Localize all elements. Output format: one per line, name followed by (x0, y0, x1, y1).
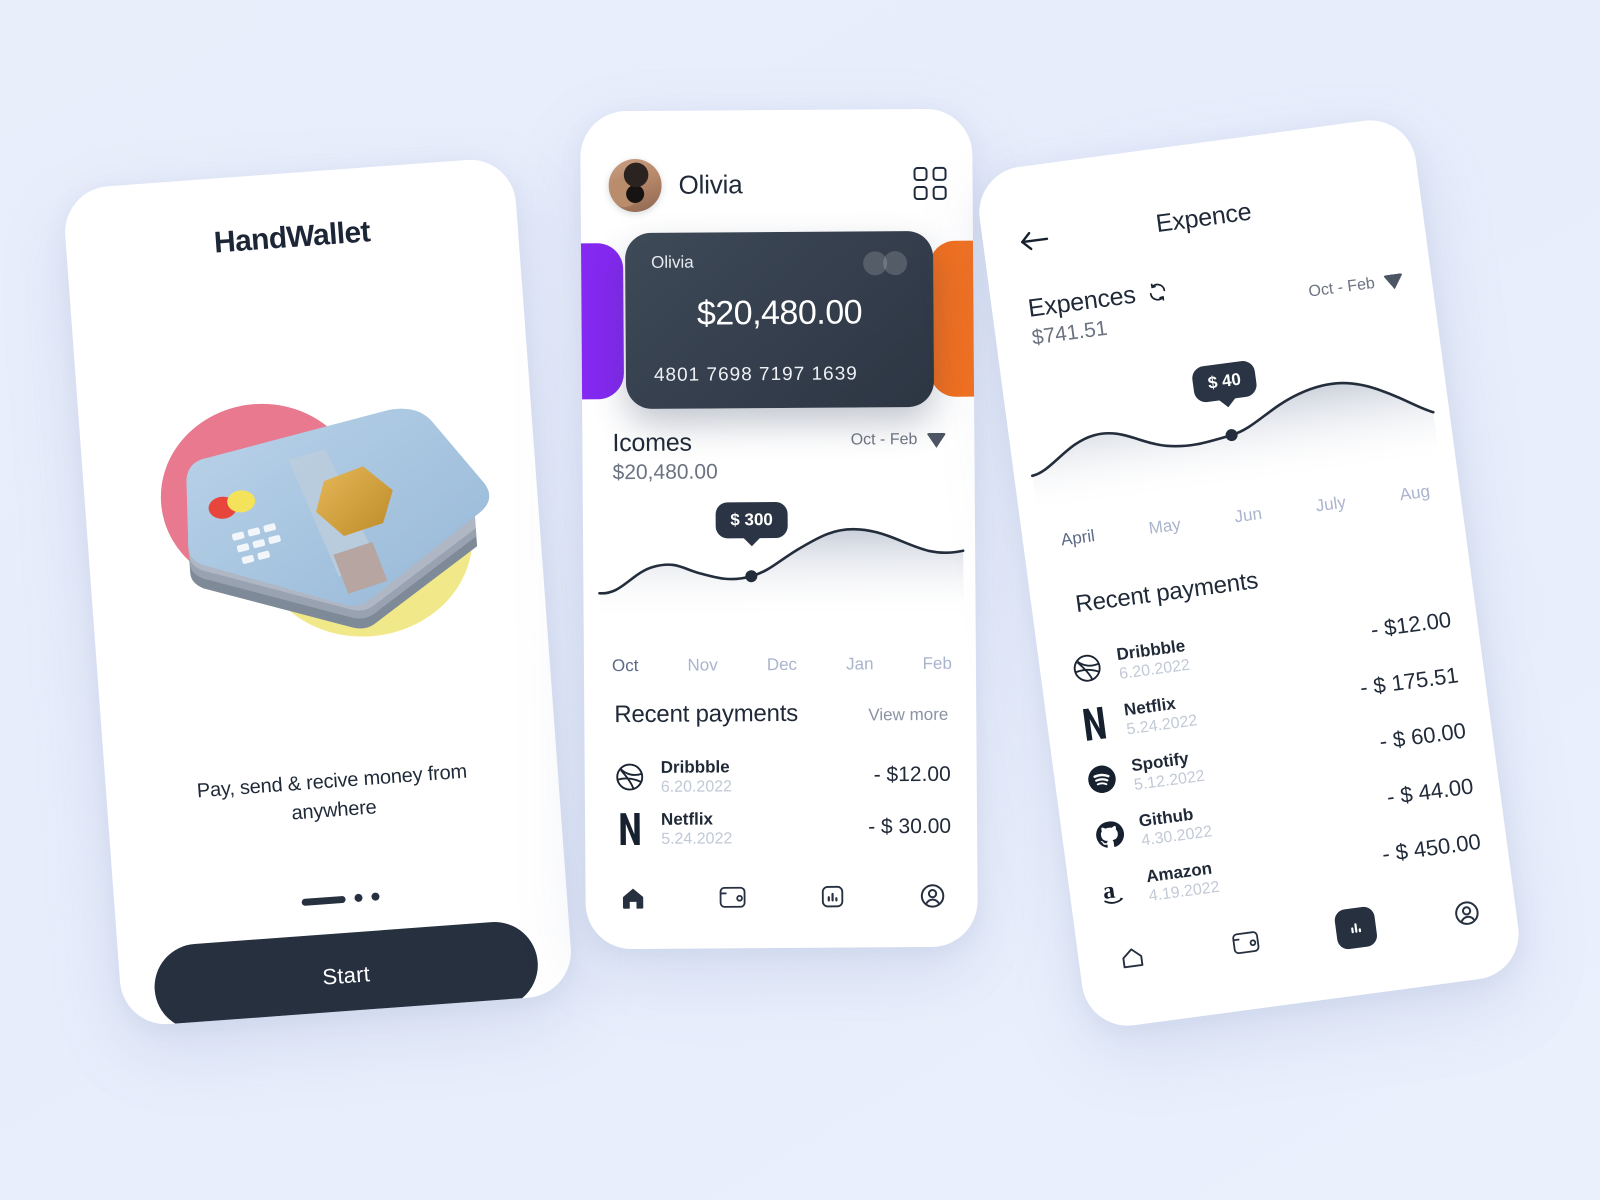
home-header: Olivia (608, 157, 947, 213)
payment-amount: - $12.00 (1369, 606, 1453, 643)
grid-menu-icon[interactable] (913, 166, 947, 201)
nav-profile[interactable] (909, 875, 955, 917)
payment-amount: - $ 44.00 (1385, 773, 1475, 810)
home-screen: Olivia Olivia $20,480.00 4801 7698 7197 … (580, 108, 978, 950)
expenses-range-label: Oct - Feb (1307, 274, 1376, 301)
dribbble-icon (613, 762, 647, 792)
payment-name: Netflix (660, 808, 714, 829)
list-item[interactable]: Dribbble 6.20.2022 - $12.00 (613, 749, 951, 803)
onboarding-tagline: Pay, send & recive money from anywhere (196, 760, 468, 825)
dribbble-icon (1068, 651, 1106, 685)
payment-amount: - $12.00 (873, 762, 951, 787)
recent-payments-title: Recent payments (614, 699, 799, 729)
recent-payments-list: Dribbble 6.20.2022 - $12.00 Netflix 5.24… (613, 749, 952, 855)
amazon-icon: a (1098, 873, 1136, 907)
incomes-range-selector[interactable]: Oct - Feb (851, 427, 947, 450)
month-tab-aug[interactable]: Aug (1398, 481, 1431, 505)
payment-amount: - $ 30.00 (868, 814, 952, 839)
payment-amount: - $ 60.00 (1377, 717, 1468, 755)
recent-payments-list: Dribbble 6.20.2022 - $12.00 Netflix 5.24… (1067, 592, 1485, 920)
incomes-range-label: Oct - Feb (850, 431, 918, 449)
recent-payments-title: Recent payments (1073, 567, 1260, 619)
expense-header: Expence (1016, 180, 1392, 256)
incomes-month-tabs[interactable]: Oct Nov Dec Jan Feb (612, 654, 952, 676)
payment-date: 5.24.2022 (661, 829, 733, 848)
spotify-icon (1083, 762, 1121, 796)
chevron-down-icon (926, 432, 947, 448)
page-indicator[interactable] (115, 879, 566, 920)
expense-summary: Expences $741.51 Oct - Feb (1026, 245, 1406, 350)
incomes-chart[interactable]: $ 300 (591, 501, 970, 644)
nav-chart[interactable] (809, 875, 855, 917)
month-tab-feb[interactable]: Feb (923, 654, 952, 674)
expense-screen: Expence Expences $741.51 Oct - Feb $ 40 … (973, 114, 1525, 1032)
card-holder-name: Olivia (651, 252, 694, 272)
github-icon (1091, 818, 1129, 852)
svg-text:a: a (1101, 878, 1116, 905)
nav-chart[interactable] (1333, 905, 1379, 951)
month-tab-july[interactable]: July (1314, 493, 1347, 517)
avatar[interactable] (608, 158, 662, 213)
nav-home[interactable] (609, 877, 655, 919)
refresh-icon[interactable] (1146, 280, 1170, 304)
month-tab-may[interactable]: May (1147, 515, 1181, 539)
page-indicator-dot (354, 893, 363, 903)
page-title: Expence (1154, 197, 1253, 238)
carousel-card-next[interactable] (928, 240, 978, 397)
recent-payments-header: Recent payments View more (614, 699, 948, 729)
incomes-title: Icomes (612, 428, 692, 458)
netflix-icon (1076, 706, 1114, 742)
nav-home[interactable] (1106, 934, 1157, 982)
month-tab-jun[interactable]: Jun (1233, 504, 1263, 527)
nav-wallet[interactable] (1220, 919, 1271, 967)
expenses-range-selector[interactable]: Oct - Feb (1307, 267, 1405, 301)
page-indicator-dot (371, 892, 380, 901)
chevron-down-icon (1382, 272, 1405, 291)
onboarding-screen: HandWallet Pay, send & recive money from… (61, 156, 575, 1028)
payment-amount: - $ 450.00 (1380, 828, 1483, 867)
carousel-card-prev[interactable] (580, 243, 625, 400)
nav-profile[interactable] (1441, 889, 1492, 937)
nav-wallet[interactable] (709, 876, 755, 918)
bottom-navigation[interactable] (609, 875, 955, 919)
month-tab-dec[interactable]: Dec (767, 655, 797, 675)
payment-date: 6.20.2022 (660, 777, 733, 796)
payment-name: Dribbble (660, 756, 730, 777)
month-tab-nov[interactable]: Nov (687, 655, 717, 675)
user-name: Olivia (678, 169, 743, 200)
balance-card[interactable]: Olivia $20,480.00 4801 7698 7197 1639 (624, 230, 935, 410)
mastercard-circles-icon (863, 251, 908, 276)
card-number: 4801 7698 7197 1639 (653, 363, 858, 386)
month-tab-jan[interactable]: Jan (846, 654, 874, 674)
app-brand-title: HandWallet (212, 215, 372, 260)
card-balance: $20,480.00 (696, 293, 863, 333)
payment-amount: - $ 175.51 (1358, 662, 1460, 701)
list-item[interactable]: Netflix 5.24.2022 - $ 30.00 (613, 801, 951, 855)
start-button[interactable]: Start (151, 919, 541, 1028)
netflix-icon (613, 812, 647, 846)
incomes-amount: $20,480.00 (612, 460, 718, 485)
chart-point-active (745, 570, 758, 583)
card-carousel[interactable]: Olivia $20,480.00 4801 7698 7197 1639 (580, 230, 978, 410)
view-more-link[interactable]: View more (868, 699, 948, 726)
month-tab-oct[interactable]: Oct (612, 656, 639, 676)
chart-tooltip: $ 300 (715, 501, 788, 539)
month-tab-april[interactable]: April (1060, 526, 1096, 550)
page-indicator-active (301, 895, 346, 906)
incomes-header: Icomes $20,480.00 Oct - Feb (612, 427, 947, 485)
wallet-illustration (84, 356, 544, 677)
